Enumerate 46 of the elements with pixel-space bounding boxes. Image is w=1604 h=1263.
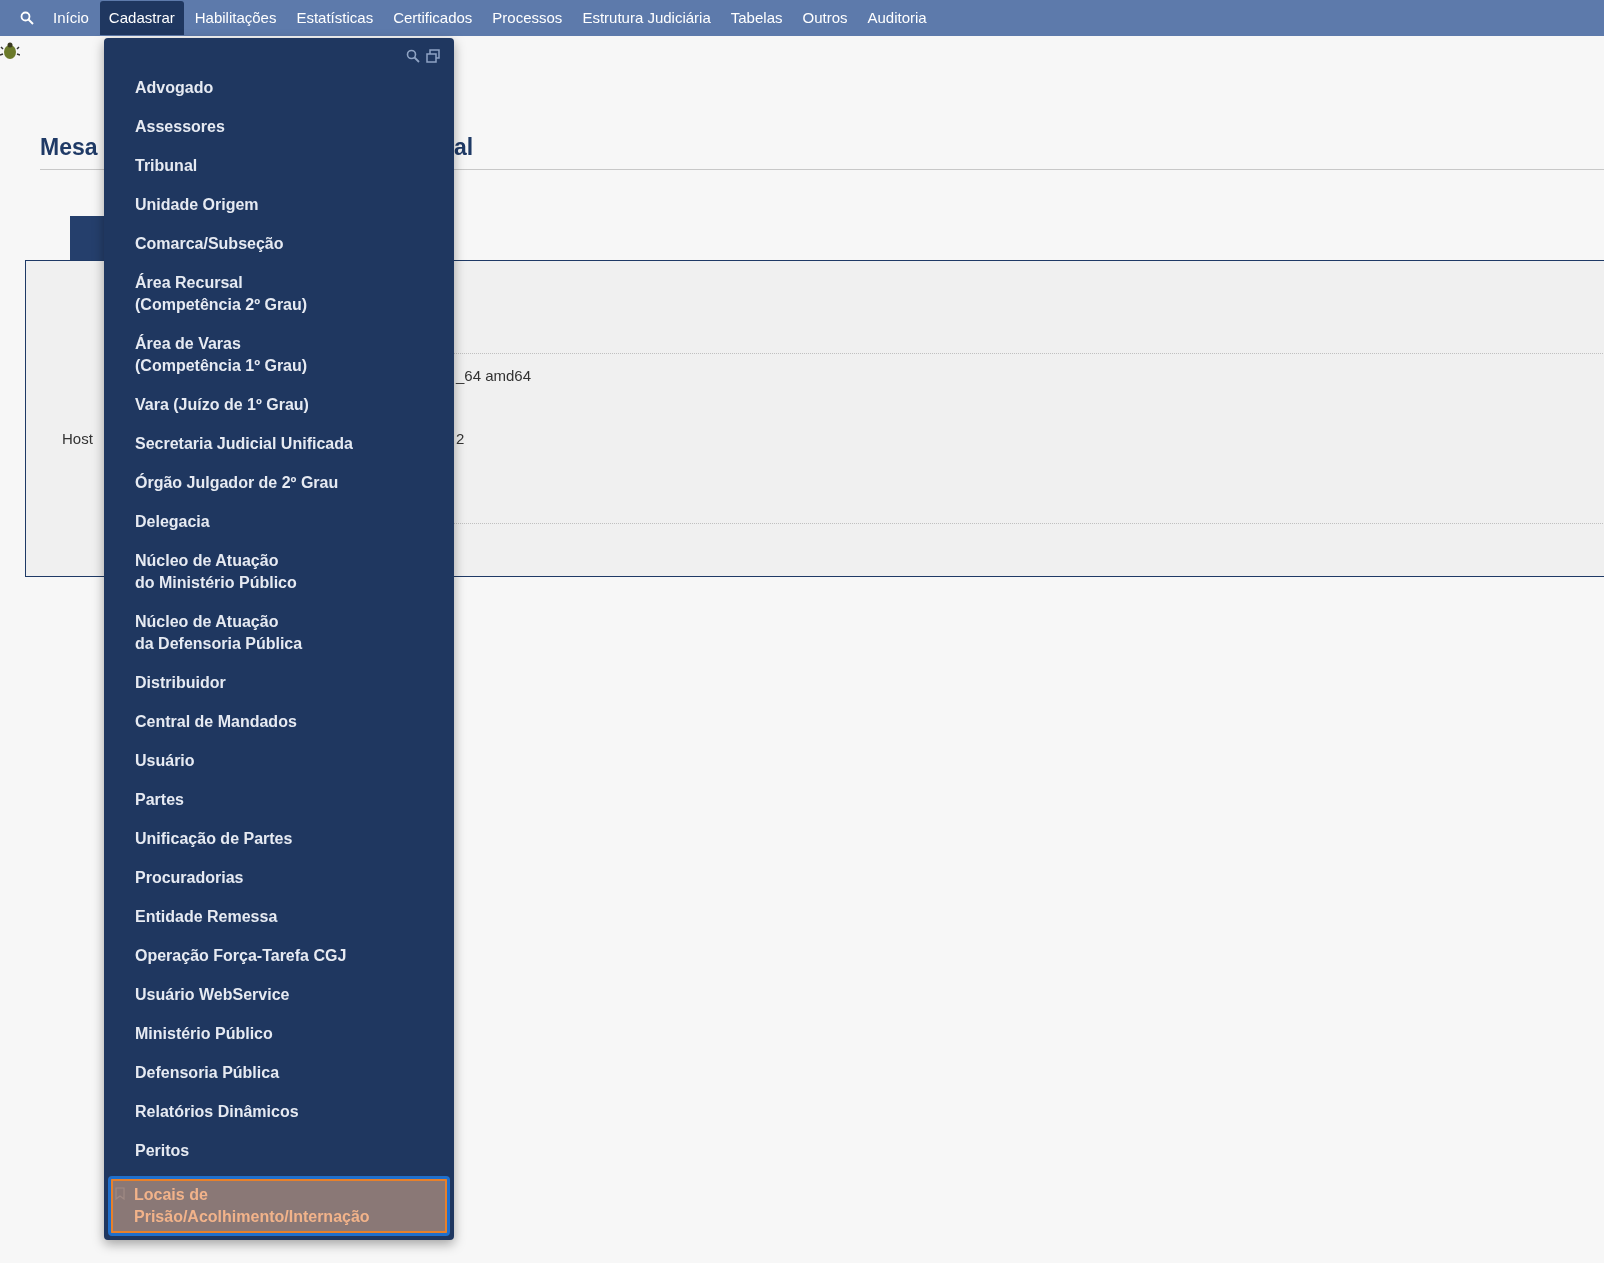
nav-item[interactable]: Processos <box>483 1 572 35</box>
nav-item[interactable]: Estrutura Judiciária <box>573 1 720 35</box>
menu-item[interactable]: Defensoria Pública <box>108 1053 450 1092</box>
menu-item[interactable]: Núcleo de Atuação da Defensoria Pública <box>108 602 450 663</box>
bug-icon <box>0 41 20 61</box>
page-heading: al <box>454 133 474 162</box>
nav-item[interactable]: Outros <box>793 1 857 35</box>
page-heading: Mesa <box>40 134 98 160</box>
menu-item[interactable]: Unidade Origem <box>108 185 450 224</box>
menu-item[interactable]: Procuradorias <box>108 858 450 897</box>
search-icon[interactable] <box>20 11 34 25</box>
nav-item[interactable]: Tabelas <box>721 1 792 35</box>
nav-item[interactable]: Certificados <box>384 1 482 35</box>
nav-item[interactable]: Habilitações <box>185 1 286 35</box>
menu-item[interactable]: Delegacia <box>108 502 450 541</box>
nav-item[interactable]: Estatísticas <box>287 1 383 35</box>
windows-icon[interactable] <box>426 49 440 63</box>
menu-item[interactable]: Entidade Remessa <box>108 897 450 936</box>
search-icon[interactable] <box>406 49 420 63</box>
menu-item[interactable]: Órgão Julgador de 2º Grau <box>108 463 450 502</box>
menu-item[interactable]: Núcleo de Atuação do Ministério Público <box>108 541 450 602</box>
menu-item[interactable]: Peritos <box>108 1131 450 1170</box>
menu-item[interactable]: Partes <box>108 780 450 819</box>
menu-item[interactable]: Secretaria Judicial Unificada <box>108 424 450 463</box>
menu-item[interactable]: Assessores <box>108 107 450 146</box>
menu-item[interactable]: Área Recursal (Competência 2º Grau) <box>108 263 450 324</box>
menu-item[interactable]: Comarca/Subseção <box>108 224 450 263</box>
menu-item[interactable]: Usuário <box>108 741 450 780</box>
menu-item[interactable]: Advogado <box>108 68 450 107</box>
info-value: _64 amd64 <box>456 366 532 386</box>
info-label: Host <box>62 429 93 449</box>
info-value: 2 <box>456 429 465 449</box>
menu-item[interactable]: Operação Força-Tarefa CGJ <box>108 936 450 975</box>
nav-item[interactable]: Início <box>44 1 98 35</box>
menu-item[interactable]: Relatórios Dinâmicos <box>108 1092 450 1131</box>
menu-item[interactable]: Ministério Público <box>108 1014 450 1053</box>
menu-item-label: Locais de Prisão/Acolhimento/Internação <box>134 1186 370 1225</box>
nav-item[interactable]: Auditoria <box>858 1 936 35</box>
menu-item[interactable]: Central de Mandados <box>108 702 450 741</box>
menu-item[interactable]: Área de Varas (Competência 1º Grau) <box>108 324 450 385</box>
menu-item[interactable]: Tribunal <box>108 146 450 185</box>
nav-item[interactable]: Cadastrar <box>99 1 184 35</box>
menu-item[interactable]: Unificação de Partes <box>108 819 450 858</box>
menu-item[interactable]: Usuário WebService <box>108 975 450 1014</box>
menu-item[interactable]: Vara (Juízo de 1º Grau) <box>108 385 450 424</box>
menu-item[interactable]: Distribuidor <box>108 663 450 702</box>
